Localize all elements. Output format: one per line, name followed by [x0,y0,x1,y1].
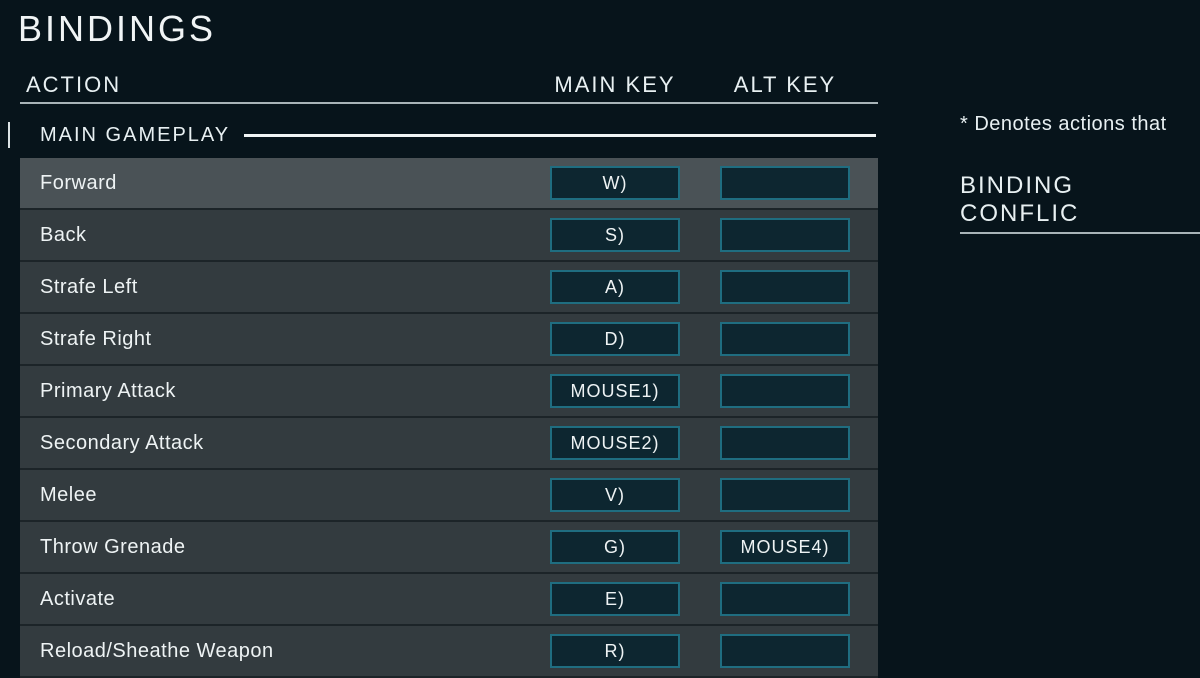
binding-action-label: Strafe Left [40,276,530,299]
main-key-button[interactable]: W) [550,166,680,200]
binding-row[interactable]: Activate E) [20,574,878,626]
alt-key-cell [700,426,870,460]
main-key-cell: MOUSE2) [530,426,700,460]
alt-key-cell [700,478,870,512]
section-header[interactable]: MAIN GAMEPLAY [20,122,878,148]
binding-action-label: Strafe Right [40,328,530,351]
main-key-button[interactable]: R) [550,634,680,668]
alt-key-button[interactable] [720,270,850,304]
main-key-button[interactable]: D) [550,322,680,356]
alt-key-cell [700,322,870,356]
binding-action-label: Primary Attack [40,380,530,403]
binding-row[interactable]: Strafe Right D) [20,314,878,366]
alt-key-cell [700,374,870,408]
column-header-alt-key: ALT KEY [700,72,870,98]
binding-action-label: Forward [40,172,530,195]
main-key-cell: D) [530,322,700,356]
alt-key-button[interactable]: MOUSE4) [720,530,850,564]
alt-key-button[interactable] [720,426,850,460]
main-key-button[interactable]: S) [550,218,680,252]
bindings-panel: ACTION MAIN KEY ALT KEY MAIN GAMEPLAY Fo… [20,72,878,678]
section-label: MAIN GAMEPLAY [40,124,230,147]
column-headers: ACTION MAIN KEY ALT KEY [20,72,878,104]
binding-action-label: Reload/Sheathe Weapon [40,640,530,663]
conflicts-heading: BINDING CONFLIC [960,172,1200,234]
main-key-button[interactable]: A) [550,270,680,304]
alt-key-button[interactable] [720,374,850,408]
alt-key-button[interactable] [720,166,850,200]
binding-action-label: Secondary Attack [40,432,530,455]
main-key-button[interactable]: E) [550,582,680,616]
main-key-button[interactable]: MOUSE1) [550,374,680,408]
binding-row[interactable]: Forward W) [20,158,878,210]
binding-row[interactable]: Melee V) [20,470,878,522]
binding-row[interactable]: Strafe Left A) [20,262,878,314]
binding-row[interactable]: Reload/Sheathe Weapon R) [20,626,878,678]
binding-action-label: Throw Grenade [40,536,530,559]
alt-key-cell [700,634,870,668]
main-key-button[interactable]: V) [550,478,680,512]
binding-action-label: Back [40,224,530,247]
alt-key-button[interactable] [720,322,850,356]
alt-key-cell [700,166,870,200]
main-key-cell: A) [530,270,700,304]
main-key-cell: E) [530,582,700,616]
binding-row[interactable]: Primary Attack MOUSE1) [20,366,878,418]
binding-action-label: Activate [40,588,530,611]
alt-key-cell: MOUSE4) [700,530,870,564]
page-title: BINDINGS [18,8,216,50]
bindings-list: MAIN GAMEPLAY Forward W) Back S) Strafe Left… [20,122,878,678]
main-key-button[interactable]: G) [550,530,680,564]
alt-key-cell [700,582,870,616]
main-key-cell: MOUSE1) [530,374,700,408]
section-divider [244,134,876,137]
binding-row[interactable]: Back S) [20,210,878,262]
binding-row[interactable]: Secondary Attack MOUSE2) [20,418,878,470]
alt-key-button[interactable] [720,478,850,512]
list-selection-marker [8,122,10,148]
binding-row[interactable]: Throw Grenade G) MOUSE4) [20,522,878,574]
alt-key-cell [700,218,870,252]
column-header-main-key: MAIN KEY [530,72,700,98]
legend-note: * Denotes actions that [960,113,1167,136]
main-key-cell: W) [530,166,700,200]
alt-key-button[interactable] [720,634,850,668]
binding-action-label: Melee [40,484,530,507]
alt-key-button[interactable] [720,218,850,252]
main-key-cell: R) [530,634,700,668]
alt-key-cell [700,270,870,304]
main-key-cell: S) [530,218,700,252]
main-key-button[interactable]: MOUSE2) [550,426,680,460]
alt-key-button[interactable] [720,582,850,616]
column-header-action: ACTION [20,72,530,98]
main-key-cell: G) [530,530,700,564]
main-key-cell: V) [530,478,700,512]
